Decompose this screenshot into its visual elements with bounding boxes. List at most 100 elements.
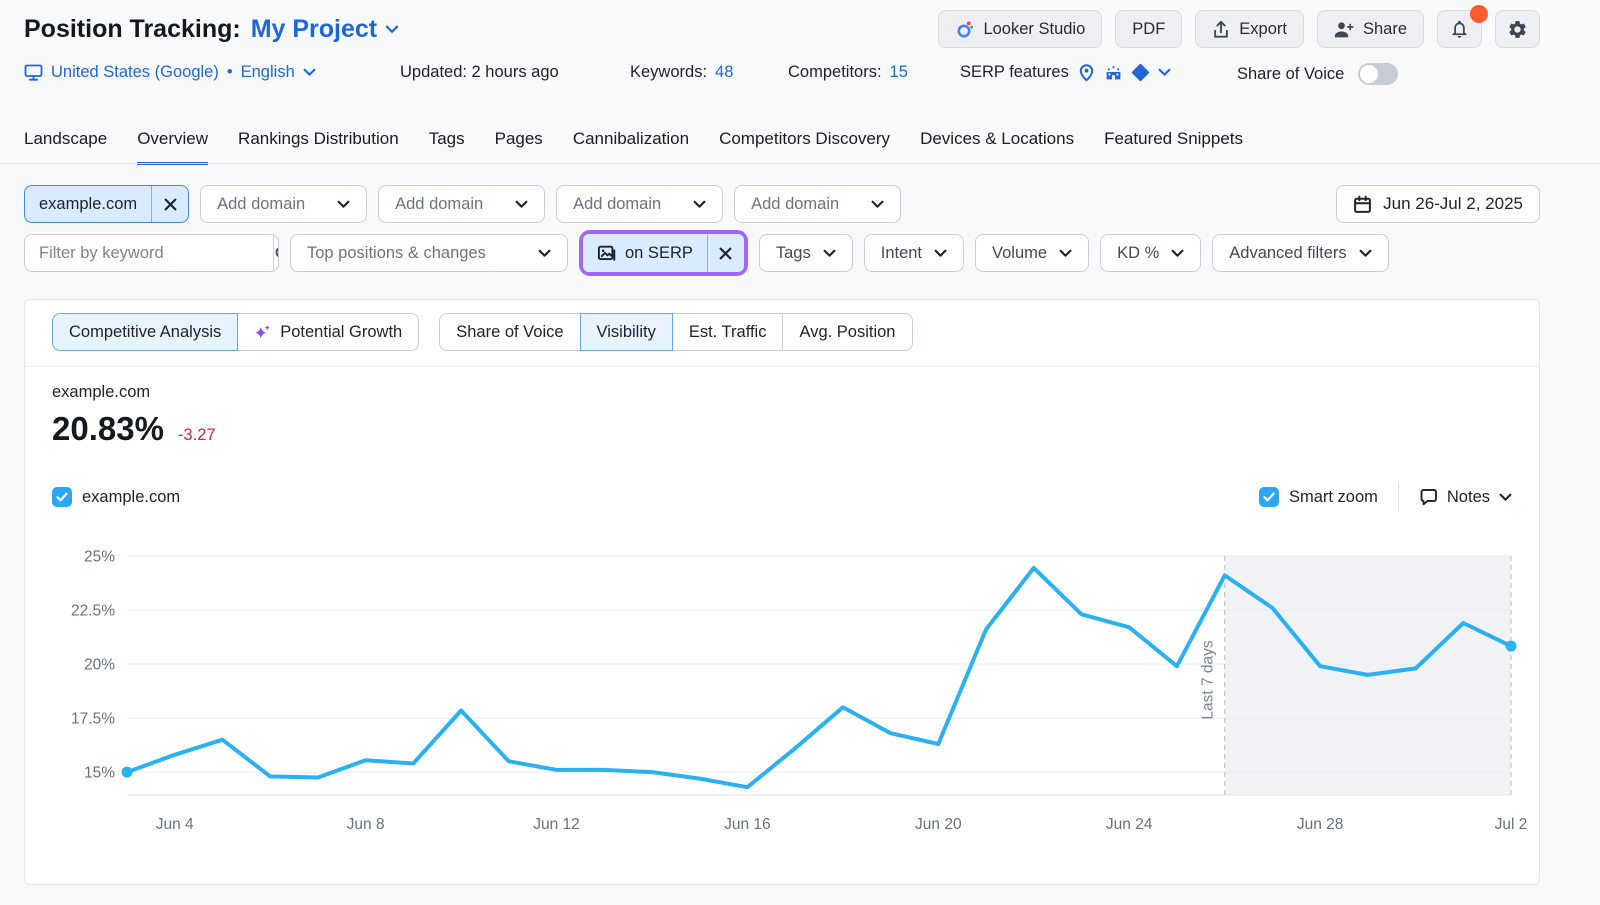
notifications-button[interactable] [1437,10,1482,48]
avg-position-view-button[interactable]: Avg. Position [782,313,912,351]
line-chart-canvas: 25%22.5%20%17.5%15%Last 7 daysJun 4Jun 8… [51,544,1521,849]
chevron-down-icon [1171,249,1184,258]
visibility-trend-chart: 25%22.5%20%17.5%15%Last 7 daysJun 4Jun 8… [51,544,1521,854]
top-positions-dropdown[interactable]: Top positions & changes [290,234,568,272]
share-person-icon [1334,21,1354,38]
date-range-picker[interactable]: Jun 26-Jul 2, 2025 [1336,185,1540,223]
tab-tags[interactable]: Tags [429,129,465,165]
share-of-voice-toggle[interactable] [1358,63,1398,85]
keywords-value[interactable]: 48 [715,63,733,82]
share-of-voice-label: Share of Voice [1237,65,1344,84]
keyword-search-button[interactable] [273,235,279,271]
tab-cannibalization[interactable]: Cannibalization [573,129,689,165]
keywords-count: Keywords: 48 [630,63,733,82]
main-nav-tabs: Landscape Overview Rankings Distribution… [24,129,1243,165]
chevron-down-icon [1059,249,1072,258]
page-title-label: Position Tracking: [24,15,241,44]
chevron-down-icon [823,249,836,258]
looker-studio-button[interactable]: Looker Studio [938,10,1102,48]
kd-dropdown[interactable]: KD % [1100,234,1201,272]
metric-mode-group: Share of Voice Visibility Est. Traffic A… [439,313,912,351]
chart-legend-row: example.com Smart zoom Notes [52,482,1512,512]
y-axis-tick-label: 17.5% [71,711,115,728]
potential-growth-button[interactable]: Potential Growth [237,313,419,351]
tab-pages[interactable]: Pages [495,129,543,165]
remove-on-serp-button[interactable] [708,234,744,272]
x-axis-tick-label: Jun 4 [156,816,194,833]
export-label: Export [1239,20,1287,39]
tab-devices-locations[interactable]: Devices & Locations [920,129,1074,165]
tab-competitors-discovery[interactable]: Competitors Discovery [719,129,890,165]
subheader: United States (Google) • English Updated… [24,63,1540,91]
x-axis-tick-label: Jun 20 [915,816,962,833]
advanced-filters-dropdown[interactable]: Advanced filters [1212,234,1388,272]
keyword-filter-input[interactable] [25,235,273,271]
tab-rankings-distribution[interactable]: Rankings Distribution [238,129,399,165]
calendar-icon [1353,195,1372,214]
chevron-down-icon [337,200,350,209]
legend-domain-label: example.com [82,488,180,507]
share-of-voice-view-button[interactable]: Share of Voice [439,313,580,351]
x-axis-tick-label: Jun 24 [1106,816,1153,833]
updated-status: Updated: 2 hours ago [400,63,559,82]
visibility-view-button[interactable]: Visibility [580,313,673,351]
metric-value: 20.83% [52,410,164,448]
page-header: Position Tracking: My Project Looker Stu… [24,10,1540,48]
on-serp-filter-highlight: on SERP [579,230,748,276]
chevron-down-icon [1158,68,1171,77]
tags-dropdown[interactable]: Tags [759,234,853,272]
add-domain-dropdown-2[interactable]: Add domain [378,185,545,223]
remove-domain-button[interactable] [152,186,188,222]
notes-dropdown[interactable]: Notes [1419,488,1512,507]
metric-change-badge: -3.27 [178,426,216,445]
serp-features-selector[interactable]: SERP features [960,63,1171,82]
series-endpoint-dot [122,767,133,778]
x-axis-tick-label: Jun 28 [1297,816,1344,833]
pdf-button[interactable]: PDF [1115,10,1182,48]
competitors-value[interactable]: 15 [890,63,908,82]
date-range-label: Jun 26-Jul 2, 2025 [1383,194,1523,214]
competitive-analysis-button[interactable]: Competitive Analysis [52,313,238,351]
legend-divider [1398,482,1399,512]
export-button[interactable]: Export [1195,10,1304,48]
tab-landscape[interactable]: Landscape [24,129,107,165]
close-icon [164,198,177,211]
x-axis-tick-label: Jul 2 [1495,816,1528,833]
tab-featured-snippets[interactable]: Featured Snippets [1104,129,1243,165]
add-domain-dropdown-4[interactable]: Add domain [734,185,901,223]
chevron-down-icon [1359,249,1372,258]
on-serp-filter-chip[interactable]: on SERP [583,234,744,272]
domain-series-checkbox[interactable] [52,487,72,507]
chevron-down-icon [693,200,706,209]
analysis-mode-group: Competitive Analysis Potential Growth [52,313,419,351]
overview-card: Competitive Analysis Potential Growth Sh… [24,299,1540,885]
est-traffic-view-button[interactable]: Est. Traffic [672,313,784,351]
hotel-building-icon [1104,63,1123,82]
chevron-down-icon [538,249,551,258]
active-domain-chip[interactable]: example.com [24,185,189,223]
location-language-selector[interactable]: United States (Google) • English [24,63,316,82]
sparkles-icon [254,324,271,340]
last-7-days-label: Last 7 days [1200,640,1217,720]
y-axis-tick-label: 15% [84,765,115,782]
add-domain-dropdown-3[interactable]: Add domain [556,185,723,223]
project-selector[interactable]: My Project [251,15,399,44]
add-domain-dropdown-1[interactable]: Add domain [200,185,367,223]
notes-bubble-icon [1419,488,1438,506]
project-name: My Project [251,15,377,44]
settings-button[interactable] [1495,10,1540,48]
volume-dropdown[interactable]: Volume [975,234,1089,272]
domain-filter-row: example.com Add domain Add domain Add do… [24,185,1540,223]
visibility-metric: example.com 20.83% -3.27 [52,383,216,448]
monitor-icon [24,64,43,81]
share-of-voice-toggle-group: Share of Voice [1237,63,1398,85]
share-button[interactable]: Share [1317,10,1424,48]
smart-zoom-checkbox[interactable] [1259,487,1279,507]
series-endpoint-dot [1506,641,1517,652]
tab-overview[interactable]: Overview [137,129,208,165]
diamond-feature-icon [1131,63,1150,82]
bell-icon [1449,18,1470,40]
metric-domain-label: example.com [52,383,216,402]
intent-dropdown[interactable]: Intent [864,234,964,272]
serp-features-label: SERP features [960,63,1069,82]
